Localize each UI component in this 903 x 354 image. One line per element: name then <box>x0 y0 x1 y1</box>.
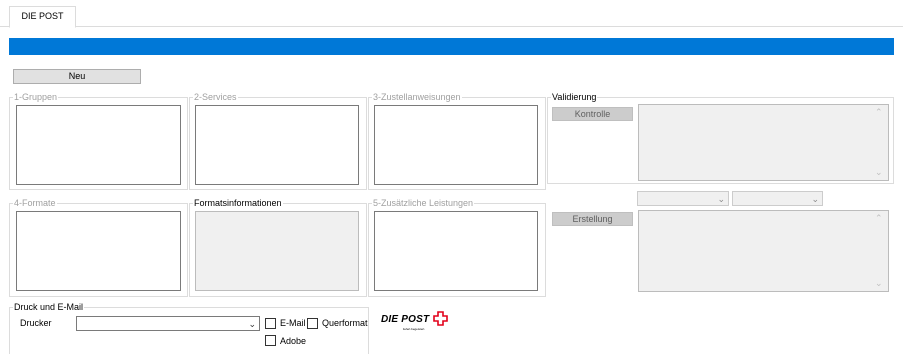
drucker-label: Drucker <box>20 318 52 328</box>
new-button[interactable]: Neu <box>13 69 141 84</box>
group-gruppen-title: 1-Gruppen <box>13 91 59 103</box>
die-post-logo: DIE POST liefert.begeistert. <box>381 311 451 335</box>
chevron-down-icon: ⌄ <box>717 194 725 204</box>
drucker-select[interactable]: ⌄ <box>76 316 260 331</box>
group-druck-title: Druck und E-Mail <box>13 301 85 313</box>
erstellung-button[interactable]: Erstellung <box>552 212 633 226</box>
zustellanweisungen-list[interactable] <box>374 105 538 185</box>
swiss-cross-icon <box>433 311 448 326</box>
kontrolle-button[interactable]: Kontrolle <box>552 107 633 121</box>
formate-list[interactable] <box>16 211 181 291</box>
group-zusaetzliche-leistungen: 5-Zusätzliche Leistungen <box>368 197 546 297</box>
zusaetzliche-leistungen-list[interactable] <box>374 211 538 291</box>
email-label: E-Mail <box>280 318 306 328</box>
group-zustellanweisungen: 3-Zustellanweisungen <box>368 91 546 190</box>
group-services-title: 2-Services <box>193 91 238 103</box>
group-zusatz-title: 5-Zusätzliche Leistungen <box>372 197 475 209</box>
group-formatinfo-title: Formatsinformationen <box>193 197 283 209</box>
group-services: 2-Services <box>189 91 367 190</box>
group-formate-title: 4-Formate <box>13 197 57 209</box>
kontrolle-scrollbar[interactable]: ⌃ ⌄ <box>872 105 888 180</box>
header-bar <box>9 38 894 55</box>
scroll-up-icon[interactable]: ⌃ <box>875 108 883 117</box>
validation-select-1[interactable]: ⌄ <box>637 191 729 206</box>
logo-brand: DIE POST <box>381 314 430 325</box>
email-checkbox[interactable] <box>265 318 276 329</box>
scroll-down-icon[interactable]: ⌄ <box>875 279 883 288</box>
adobe-label: Adobe <box>280 336 307 346</box>
querformat-label: Querformat <box>322 318 368 328</box>
group-zustell-title: 3-Zustellanweisungen <box>372 91 462 103</box>
chevron-down-icon: ⌄ <box>248 319 256 329</box>
kontrolle-output: ⌃ ⌄ <box>638 104 889 181</box>
scroll-down-icon[interactable]: ⌄ <box>875 168 883 177</box>
tab-strip: DIE POST <box>0 0 903 28</box>
validation-select-2[interactable]: ⌄ <box>732 191 823 206</box>
erstellung-output: ⌃ ⌄ <box>638 210 889 292</box>
group-gruppen: 1-Gruppen <box>9 91 188 190</box>
querformat-checkbox[interactable] <box>307 318 318 329</box>
services-list[interactable] <box>195 105 359 185</box>
gruppen-list[interactable] <box>16 105 181 185</box>
group-validierung-title: Validierung <box>551 91 598 103</box>
group-formatsinformationen: Formatsinformationen <box>189 197 367 297</box>
scroll-up-icon[interactable]: ⌃ <box>875 214 883 223</box>
tab-die-post[interactable]: DIE POST <box>9 6 76 28</box>
formatsinformationen-box <box>195 211 359 291</box>
group-formate: 4-Formate <box>9 197 188 297</box>
chevron-down-icon: ⌄ <box>811 194 819 204</box>
logo-tagline: liefert.begeistert. <box>403 327 426 331</box>
adobe-checkbox[interactable] <box>265 335 276 346</box>
erstellung-scrollbar[interactable]: ⌃ ⌄ <box>872 211 888 291</box>
